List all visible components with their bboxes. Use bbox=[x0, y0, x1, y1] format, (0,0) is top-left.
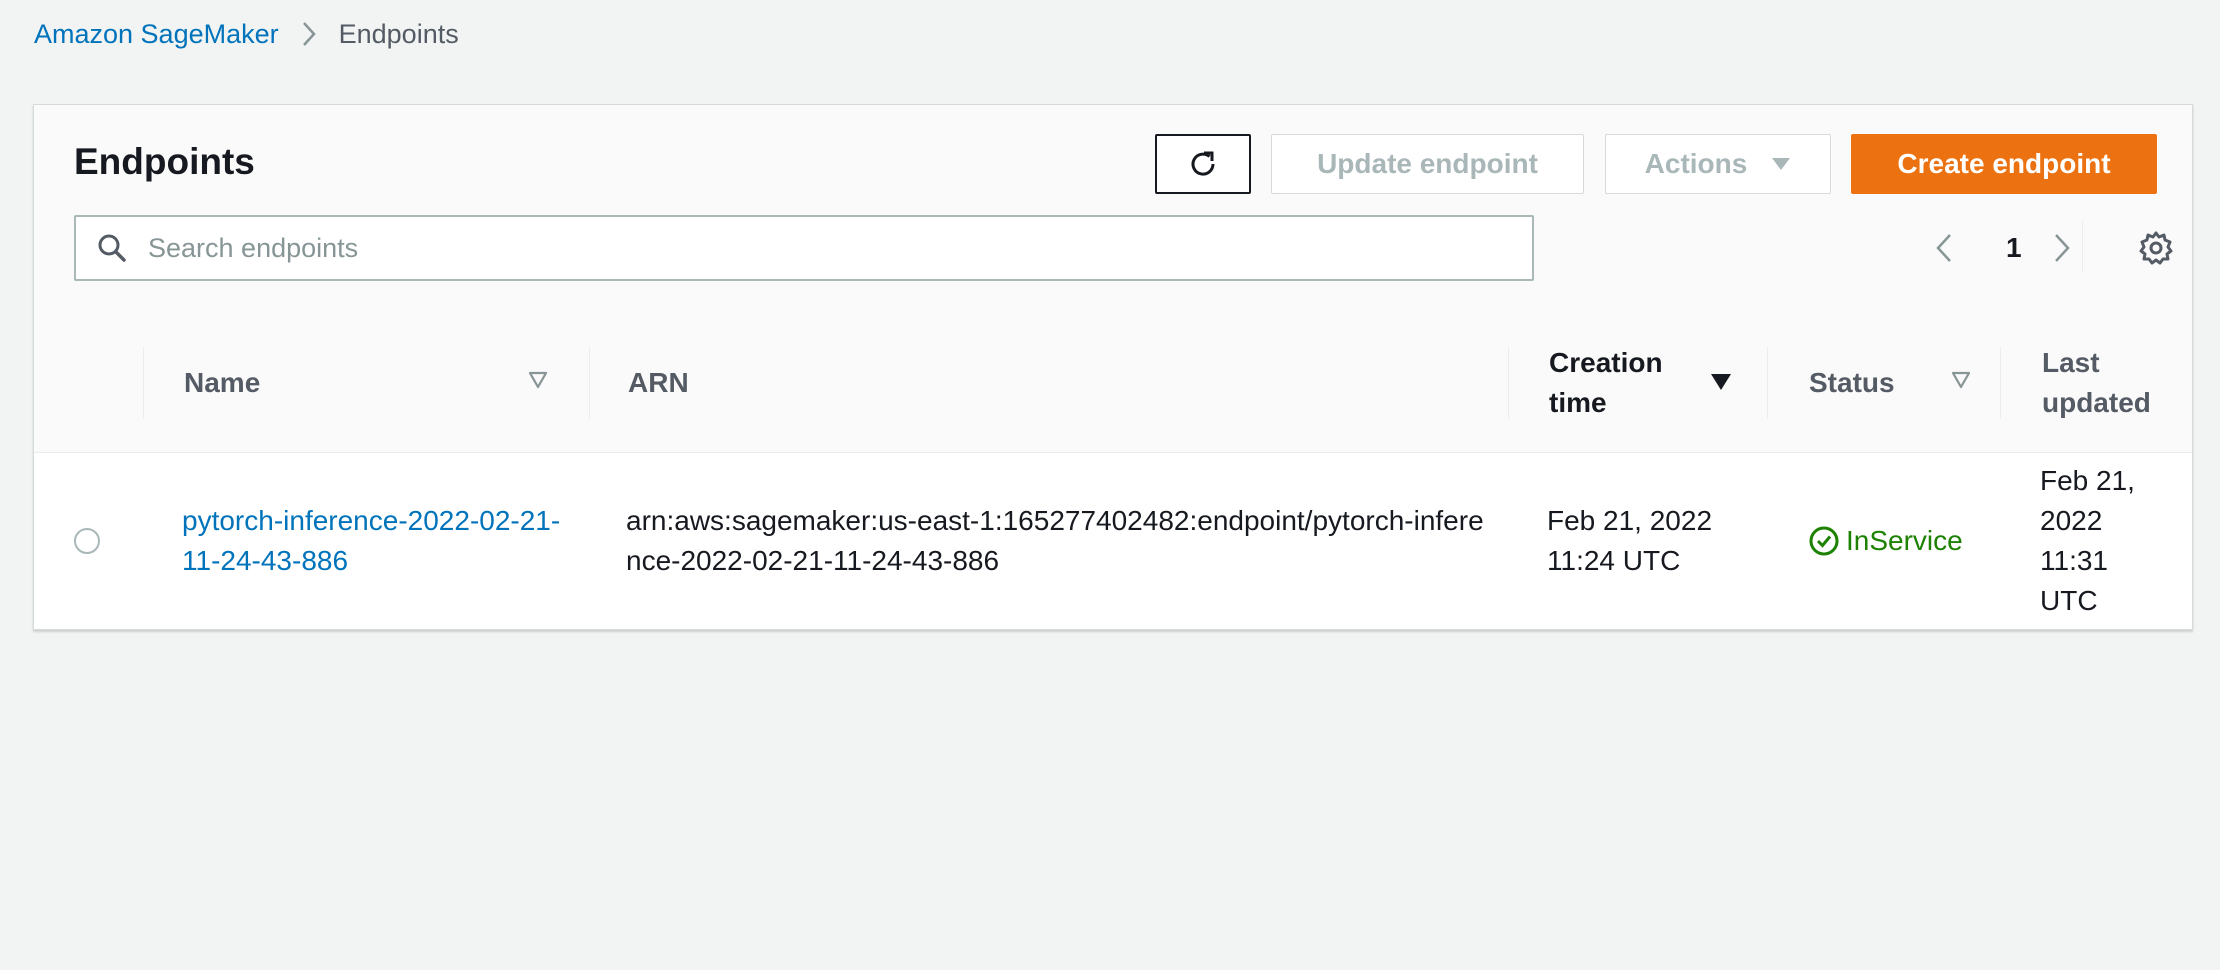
status-text: InService bbox=[1846, 525, 1963, 556]
next-page-icon[interactable] bbox=[2052, 225, 2072, 271]
endpoints-panel: Endpoints Update endpoint Actions Create… bbox=[33, 104, 2193, 630]
actions-dropdown-button[interactable]: Actions bbox=[1605, 134, 1831, 194]
update-endpoint-button[interactable]: Update endpoint bbox=[1271, 134, 1584, 194]
refresh-icon bbox=[1191, 151, 1215, 176]
sort-descending-icon[interactable] bbox=[1710, 373, 1732, 396]
check-circle-icon bbox=[1808, 525, 1840, 557]
column-header-status[interactable]: Status bbox=[1809, 313, 2009, 452]
page-number[interactable]: 1 bbox=[2006, 225, 2022, 271]
search-input[interactable] bbox=[148, 217, 1532, 279]
creation-time: Feb 21, 2022 11:24 UTC bbox=[1547, 505, 1713, 576]
endpoint-name-link[interactable]: pytorch-inference-2022-02-21-11-24-43-88… bbox=[182, 501, 582, 581]
gear-icon[interactable] bbox=[2134, 226, 2178, 270]
column-header-arn[interactable]: ARN bbox=[628, 313, 1528, 452]
column-header-label: Name bbox=[184, 366, 261, 398]
row-select-radio[interactable] bbox=[74, 528, 100, 554]
column-separator bbox=[589, 347, 590, 419]
actions-label: Actions bbox=[1644, 148, 1748, 179]
previous-page-icon[interactable] bbox=[1934, 225, 1954, 271]
create-endpoint-button[interactable]: Create endpoint bbox=[1851, 134, 2157, 194]
column-header-label: Status bbox=[1809, 366, 1895, 398]
column-header-last-updated[interactable]: Last updated bbox=[2042, 313, 2172, 452]
table-row[interactable]: pytorch-inference-2022-02-21-11-24-43-88… bbox=[34, 453, 2192, 629]
sort-icon[interactable] bbox=[1951, 371, 1971, 394]
panel-header: Endpoints Update endpoint Actions Create… bbox=[34, 105, 2192, 314]
breadcrumb-link-sagemaker[interactable]: Amazon SageMaker bbox=[34, 19, 279, 50]
pagination-divider bbox=[2082, 221, 2083, 273]
status-badge: InService bbox=[1808, 521, 1963, 561]
last-updated: Feb 21, 2022 11:31 UTC bbox=[2040, 465, 2135, 616]
column-header-label: ARN bbox=[628, 366, 689, 398]
breadcrumb-current: Endpoints bbox=[338, 18, 459, 49]
table-header: Name ARN Creation time Status Last updat… bbox=[34, 313, 2192, 453]
search-box bbox=[74, 215, 1534, 281]
column-separator bbox=[1767, 347, 1768, 419]
column-separator bbox=[1508, 347, 1509, 419]
caret-down-icon bbox=[1771, 156, 1791, 172]
search-icon bbox=[76, 232, 148, 264]
endpoint-arn: arn:aws:sagemaker:us-east-1:165277402482… bbox=[626, 505, 1484, 576]
chevron-right-icon bbox=[301, 20, 317, 48]
column-header-name[interactable]: Name bbox=[184, 313, 584, 452]
column-header-label: Last updated bbox=[2042, 346, 2151, 418]
column-separator bbox=[2000, 347, 2001, 419]
column-separator bbox=[143, 347, 144, 419]
page-title: Endpoints bbox=[74, 141, 255, 182]
column-header-label: Creation time bbox=[1549, 346, 1663, 418]
breadcrumb: Amazon SageMaker Endpoints bbox=[34, 14, 459, 54]
refresh-button[interactable] bbox=[1155, 134, 1251, 194]
sort-icon[interactable] bbox=[528, 371, 548, 394]
column-header-creation-time[interactable]: Creation time bbox=[1549, 313, 1699, 452]
